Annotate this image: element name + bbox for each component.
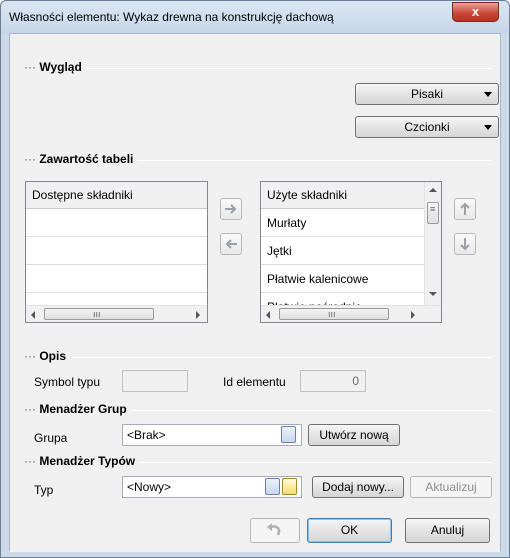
type-symbol-label: Symbol typu xyxy=(34,375,101,389)
arrow-up-icon xyxy=(460,202,470,215)
scrollbar-thumb[interactable]: ııı xyxy=(279,308,389,320)
description-section-divider xyxy=(24,357,492,358)
move-up-button[interactable] xyxy=(454,198,476,220)
type-manager-section-title: ··· Menadżer Typów xyxy=(24,454,140,468)
cancel-button[interactable]: Anuluj xyxy=(405,518,490,543)
scrollbar-thumb[interactable]: ≡ xyxy=(427,202,439,224)
scroll-right-icon[interactable] xyxy=(411,311,415,319)
appearance-section-divider xyxy=(24,68,492,69)
horizontal-scrollbar[interactable]: ııı xyxy=(261,305,441,322)
type-select[interactable]: <Nowy> xyxy=(122,476,302,498)
properties-dialog: Własności elementu: Wykaz drewna na kons… xyxy=(0,0,510,558)
group-select-value: <Brak> xyxy=(127,428,166,442)
list-item[interactable]: Płatwie kalenicowe xyxy=(261,266,424,293)
pens-button[interactable]: Pisaki xyxy=(355,83,499,105)
arrow-right-icon xyxy=(225,204,237,214)
arrow-left-icon xyxy=(225,239,237,249)
chevron-down-icon xyxy=(484,92,492,97)
scroll-up-icon[interactable] xyxy=(429,188,437,192)
update-type-button[interactable]: Aktualizuj xyxy=(410,476,492,498)
group-select[interactable]: <Brak> xyxy=(122,424,302,446)
used-components-header: Użyte składniki xyxy=(261,182,424,209)
list-item[interactable]: Jętki xyxy=(261,238,424,265)
arrow-down-icon xyxy=(460,238,470,251)
group-label: Grupa xyxy=(34,431,68,445)
create-new-group-button[interactable]: Utwórz nową xyxy=(308,424,400,446)
list-item[interactable] xyxy=(26,238,207,265)
scrollbar-thumb[interactable]: ııı xyxy=(44,308,154,320)
table-content-section-title: ··· Zawartość tabeli xyxy=(24,152,138,166)
horizontal-scrollbar[interactable]: ııı xyxy=(26,305,207,322)
scroll-down-icon[interactable] xyxy=(429,292,437,296)
browse-icon[interactable] xyxy=(281,426,296,443)
dialog-body: ··· Wygląd Pisaki Czcionki ··· Zawartość… xyxy=(9,33,501,552)
type-label: Typ xyxy=(34,483,54,497)
used-components-list[interactable]: Użyte składniki Murłaty Jętki Płatwie ka… xyxy=(260,181,442,323)
scroll-left-icon[interactable] xyxy=(31,311,35,319)
edit-icon[interactable] xyxy=(282,478,297,495)
vertical-scrollbar[interactable]: ≡ xyxy=(424,182,441,305)
list-item[interactable] xyxy=(26,266,207,293)
type-symbol-field[interactable] xyxy=(122,370,188,392)
undo-button[interactable] xyxy=(250,518,300,543)
add-component-button[interactable] xyxy=(220,198,242,220)
list-item[interactable]: Murłaty xyxy=(261,210,424,237)
undo-icon xyxy=(267,523,281,536)
list-item[interactable] xyxy=(26,210,207,237)
element-id-label: Id elementu xyxy=(223,375,286,389)
appearance-section-title: ··· Wygląd xyxy=(24,60,86,74)
element-id-field[interactable]: 0 xyxy=(300,370,366,392)
scroll-left-icon[interactable] xyxy=(266,311,270,319)
window-title: Własności elementu: Wykaz drewna na kons… xyxy=(9,10,334,24)
move-down-button[interactable] xyxy=(454,233,476,255)
group-manager-section-title: ··· Menadżer Grup xyxy=(24,402,131,416)
remove-component-button[interactable] xyxy=(220,233,242,255)
available-components-header: Dostępne składniki xyxy=(26,182,207,209)
scroll-right-icon[interactable] xyxy=(196,311,200,319)
description-section-title: ··· Opis xyxy=(24,349,70,363)
fonts-button[interactable]: Czcionki xyxy=(355,116,499,138)
available-components-list[interactable]: Dostępne składniki ııı xyxy=(25,181,208,323)
title-bar[interactable]: Własności elementu: Wykaz drewna na kons… xyxy=(1,1,509,33)
browse-icon[interactable] xyxy=(265,478,280,495)
add-new-type-button[interactable]: Dodaj nowy... xyxy=(312,476,404,498)
ok-button[interactable]: OK xyxy=(307,518,392,543)
close-button[interactable]: x xyxy=(452,2,499,22)
chevron-down-icon xyxy=(484,125,492,130)
type-select-value: <Nowy> xyxy=(127,480,172,494)
